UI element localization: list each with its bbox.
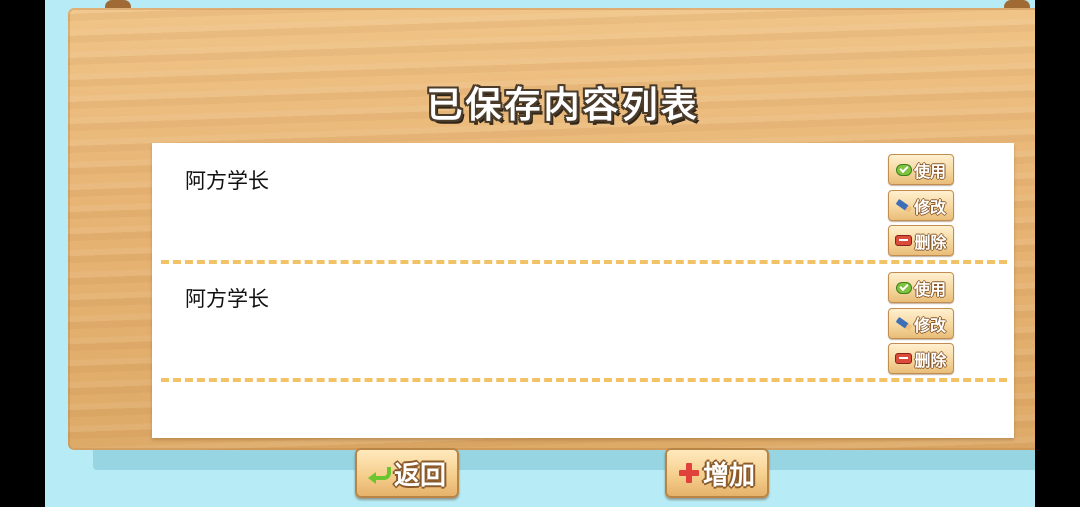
page-title: 已保存内容列表 — [426, 85, 700, 126]
dashed-divider — [161, 378, 1007, 382]
add-button[interactable]: 增加 — [665, 448, 769, 498]
delete-button-label: 删除 — [914, 350, 947, 370]
edit-button[interactable]: 修改 — [888, 308, 954, 339]
list-item: 阿方学长 使用 修改 删除 — [152, 261, 1014, 379]
minus-icon — [895, 353, 913, 364]
check-icon — [895, 281, 912, 294]
back-button[interactable]: 返回 — [355, 448, 459, 498]
entry-name[interactable]: 阿方学长 — [185, 165, 269, 195]
check-icon — [895, 163, 912, 176]
plus-icon — [678, 463, 699, 483]
minus-icon — [895, 235, 913, 246]
back-button-label: 返回 — [393, 460, 446, 491]
use-button-label: 使用 — [913, 279, 946, 299]
entry-name[interactable]: 阿方学长 — [185, 283, 269, 313]
delete-button[interactable]: 删除 — [888, 225, 954, 256]
pencil-icon — [895, 198, 913, 213]
use-button[interactable]: 使用 — [888, 272, 954, 303]
delete-button-label: 删除 — [914, 232, 947, 252]
game-screen: 已保存内容列表 阿方学长 使用 修改 删除 阿方学长 使用 修改 删除 返回 增… — [45, 0, 1035, 507]
edit-button-label: 修改 — [913, 315, 946, 335]
edit-button[interactable]: 修改 — [888, 190, 954, 221]
use-button-label: 使用 — [913, 161, 946, 181]
pencil-icon — [895, 316, 913, 331]
edit-button-label: 修改 — [913, 197, 946, 217]
delete-button[interactable]: 删除 — [888, 343, 954, 374]
use-button[interactable]: 使用 — [888, 154, 954, 185]
return-arrow-icon — [367, 465, 391, 484]
list-item: 阿方学长 使用 修改 删除 — [152, 143, 1014, 261]
add-button-label: 增加 — [702, 460, 755, 491]
wooden-board: 已保存内容列表 阿方学长 使用 修改 删除 阿方学长 使用 修改 删除 — [68, 8, 1035, 450]
saved-list-panel: 阿方学长 使用 修改 删除 阿方学长 使用 修改 删除 — [152, 143, 1014, 438]
